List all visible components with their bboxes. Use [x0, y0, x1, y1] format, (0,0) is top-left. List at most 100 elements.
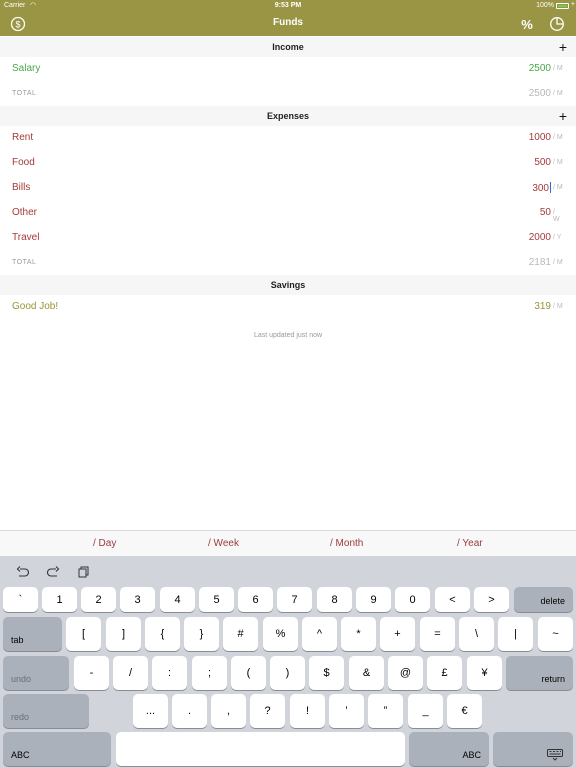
savings-row-label: Good Job!	[12, 301, 59, 312]
income-total-amount: 2500	[528, 88, 551, 99]
expenses-section-header: Expenses +	[0, 106, 576, 126]
key[interactable]: ”	[368, 694, 403, 728]
key[interactable]: -	[74, 656, 109, 690]
key[interactable]: €	[447, 694, 482, 728]
income-total-row: TOTAL 2500 / M	[0, 82, 576, 106]
key[interactable]: ^	[302, 617, 337, 651]
income-row-amount[interactable]: 2500	[529, 63, 551, 74]
expense-row-amount[interactable]: 1000	[529, 132, 551, 143]
undo-arrow-icon[interactable]	[16, 565, 30, 577]
expense-row-amount[interactable]: 2000	[529, 232, 551, 243]
savings-row: Good Job! 319 / M	[0, 295, 576, 319]
expense-row[interactable]: Rent 1000 / M	[0, 126, 576, 150]
key[interactable]: 9	[356, 587, 391, 612]
abc-key-left[interactable]: ABC	[3, 732, 111, 766]
income-row-label: Salary	[12, 63, 41, 74]
key[interactable]: 8	[317, 587, 352, 612]
redo-arrow-icon[interactable]	[46, 565, 60, 577]
pie-chart-icon[interactable]	[548, 15, 566, 33]
key[interactable]: `	[3, 587, 38, 612]
expense-row-unit: / W	[553, 209, 560, 223]
key[interactable]: ;	[192, 656, 227, 690]
savings-row-amount: 319	[534, 301, 551, 312]
key[interactable]: 2	[81, 587, 116, 612]
key[interactable]: @	[388, 656, 423, 690]
key[interactable]: /	[113, 656, 148, 690]
key[interactable]: 4	[160, 587, 195, 612]
expense-total-amount: 2181	[528, 257, 551, 268]
charging-icon: +	[570, 1, 575, 8]
income-row[interactable]: Salary 2500 / M	[0, 57, 576, 81]
key[interactable]: ]	[106, 617, 141, 651]
nav-bar: $ Funds %	[0, 12, 576, 36]
period-day-button[interactable]: / Day	[93, 538, 116, 549]
expense-row[interactable]: Food 500 / M	[0, 151, 576, 175]
period-year-button[interactable]: / Year	[457, 538, 483, 549]
expense-row[interactable]: Travel 2000 / Y	[0, 226, 576, 250]
key[interactable]: &	[349, 656, 384, 690]
expense-row-amount[interactable]: 50	[540, 207, 551, 218]
key[interactable]: 0	[395, 587, 430, 612]
percent-icon[interactable]: %	[518, 15, 536, 33]
key[interactable]: ~	[538, 617, 573, 651]
savings-header-label: Savings	[270, 280, 306, 290]
key[interactable]: #	[223, 617, 258, 651]
key[interactable]: £	[427, 656, 462, 690]
key[interactable]: ,	[211, 694, 246, 728]
key[interactable]: ...	[133, 694, 168, 728]
key[interactable]: 3	[120, 587, 155, 612]
key[interactable]: {	[145, 617, 180, 651]
key[interactable]: +	[380, 617, 415, 651]
expense-row[interactable]: Other 50 / W	[0, 201, 576, 225]
key[interactable]: )	[270, 656, 305, 690]
key[interactable]: 1	[42, 587, 77, 612]
expense-total-label: TOTAL	[12, 259, 37, 266]
income-header-label: Income	[272, 42, 304, 52]
key[interactable]: 7	[277, 587, 312, 612]
key[interactable]: \	[459, 617, 494, 651]
key[interactable]: :	[152, 656, 187, 690]
key[interactable]: ?	[250, 694, 285, 728]
space-bar[interactable]	[116, 732, 405, 766]
key[interactable]: >	[474, 587, 509, 612]
expense-row-label: Travel	[12, 232, 40, 243]
savings-row-unit: / M	[553, 303, 563, 310]
tab-key[interactable]: tab	[3, 617, 62, 651]
period-week-button[interactable]: / Week	[208, 538, 239, 549]
keyboard-dismiss-icon	[547, 749, 563, 763]
abc-key-right[interactable]: ABC	[409, 732, 489, 766]
battery-icon	[556, 3, 569, 9]
key[interactable]: $	[309, 656, 344, 690]
expense-row-unit: / M	[553, 159, 563, 166]
key[interactable]: *	[341, 617, 376, 651]
key[interactable]: ’	[329, 694, 364, 728]
key[interactable]: %	[263, 617, 298, 651]
key[interactable]: !	[290, 694, 325, 728]
expense-row-label: Food	[12, 157, 35, 168]
key[interactable]: |	[498, 617, 533, 651]
period-month-button[interactable]: / Month	[330, 538, 363, 549]
key[interactable]: (	[231, 656, 266, 690]
expense-row-amount-editing[interactable]: 300	[532, 182, 551, 194]
return-key[interactable]: return	[506, 656, 573, 690]
key[interactable]: 5	[199, 587, 234, 612]
expense-row-amount[interactable]: 500	[534, 157, 551, 168]
delete-key[interactable]: delete	[514, 587, 573, 612]
paste-icon[interactable]	[77, 565, 91, 578]
redo-key[interactable]: redo	[3, 694, 89, 728]
key[interactable]: [	[66, 617, 101, 651]
key[interactable]: .	[172, 694, 207, 728]
expense-row-amount[interactable]: 300	[532, 183, 549, 194]
key[interactable]: ¥	[467, 656, 502, 690]
add-income-button[interactable]: +	[559, 37, 567, 57]
undo-key[interactable]: undo	[3, 656, 69, 690]
key[interactable]: }	[184, 617, 219, 651]
add-expense-button[interactable]: +	[559, 106, 567, 126]
dismiss-keyboard-key[interactable]	[493, 732, 573, 766]
key[interactable]: <	[435, 587, 470, 612]
page-title: Funds	[273, 17, 303, 28]
key[interactable]: _	[408, 694, 443, 728]
expense-row[interactable]: Bills 300 / M	[0, 176, 576, 200]
key[interactable]: =	[420, 617, 455, 651]
key[interactable]: 6	[238, 587, 273, 612]
